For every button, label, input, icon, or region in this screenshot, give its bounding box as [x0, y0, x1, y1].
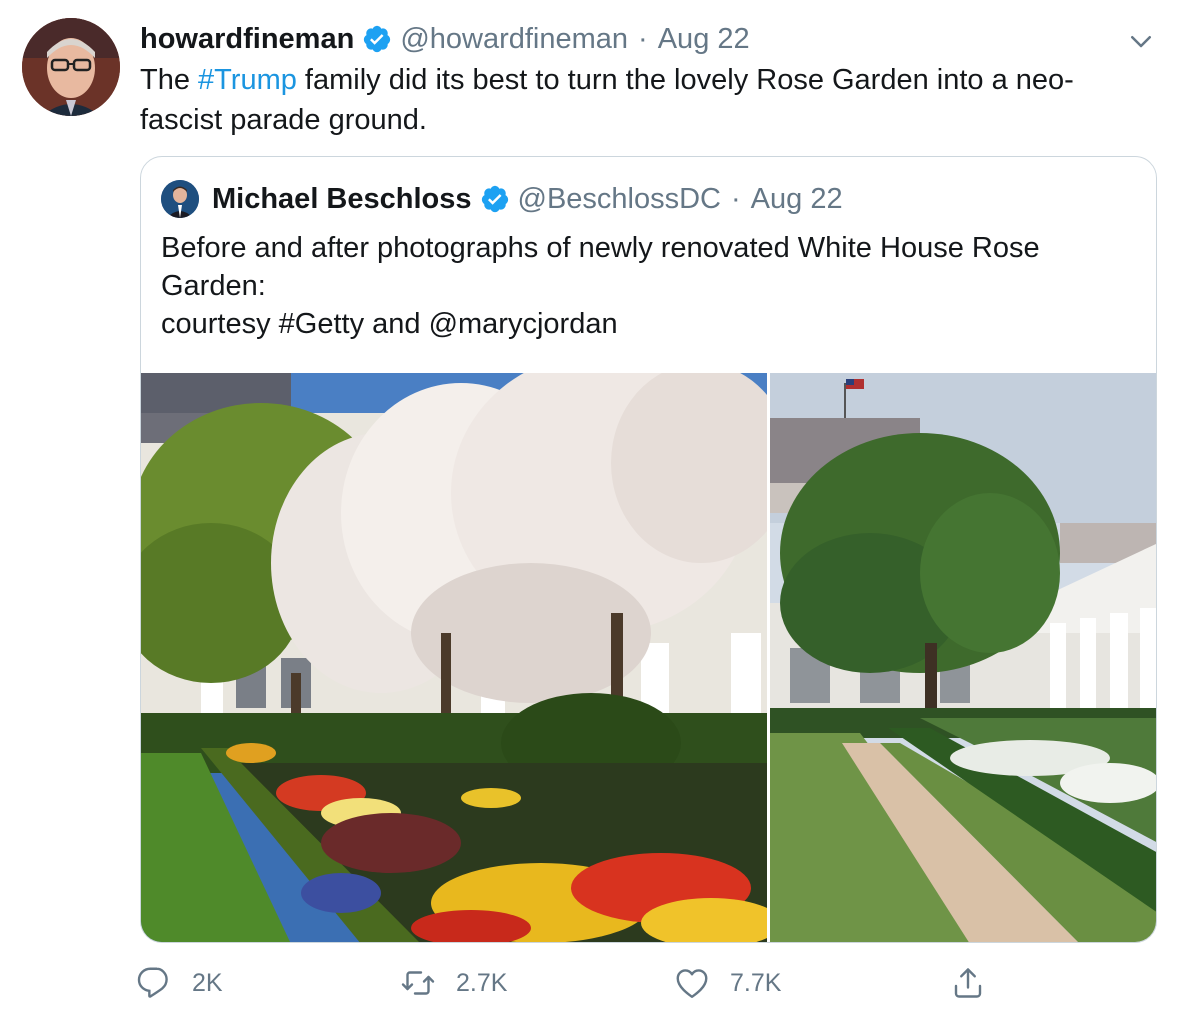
like-button[interactable]: 7.7K — [674, 960, 781, 1006]
tweet-action-bar: 2K 2.7K 7.7K — [0, 960, 1180, 1006]
quoted-tweet-text: Before and after photographs of newly re… — [161, 229, 1141, 343]
quoted-display-name[interactable]: Michael Beschloss — [212, 183, 472, 216]
verified-badge-icon — [362, 24, 392, 54]
quoted-text-line: Garden: — [161, 270, 266, 302]
tweet-header: howardfineman @howardfineman · Aug 22 — [140, 20, 750, 58]
chevron-down-icon[interactable] — [1126, 26, 1156, 56]
quoted-author-avatar[interactable] — [161, 180, 199, 218]
tweet-text-line: fascist parade ground. — [140, 104, 427, 136]
like-icon — [674, 965, 710, 1001]
share-button[interactable] — [950, 960, 986, 1006]
retweet-button[interactable]: 2.7K — [400, 960, 507, 1006]
author-handle[interactable]: @howardfineman — [400, 23, 628, 56]
reply-icon — [136, 965, 172, 1001]
share-icon — [950, 965, 986, 1001]
author-display-name[interactable]: howardfineman — [140, 23, 354, 56]
like-count: 7.7K — [730, 968, 782, 997]
quoted-date: Aug 22 — [750, 182, 843, 215]
quoted-text-line: Before and after photographs of newly re… — [161, 232, 1040, 264]
tweet-text: The #Trump family did its best to turn t… — [140, 60, 1150, 140]
after-photo[interactable] — [770, 373, 1156, 942]
quoted-handle: @BeschlossDC — [517, 182, 722, 215]
hashtag-link[interactable]: #Trump — [198, 64, 297, 96]
retweet-count: 2.7K — [456, 968, 508, 997]
tweet-text-line: The #Trump family did its best to turn t… — [140, 64, 1074, 96]
tweet-date[interactable]: Aug 22 — [658, 23, 750, 56]
reply-count: 2K — [192, 968, 223, 997]
separator-dot: · — [731, 182, 741, 215]
reply-button[interactable]: 2K — [136, 960, 223, 1006]
separator-dot: · — [638, 22, 648, 55]
verified-badge-icon — [480, 184, 510, 214]
quoted-text-line: courtesy #Getty and @marycjordan — [161, 308, 618, 340]
retweet-icon — [400, 965, 436, 1001]
author-avatar[interactable] — [22, 18, 120, 116]
quoted-tweet-header: Michael Beschloss @BeschlossDC · Aug 22 — [212, 179, 843, 219]
quoted-tweet-card[interactable]: Michael Beschloss @BeschlossDC · Aug 22 … — [140, 156, 1157, 943]
before-photo[interactable] — [141, 373, 767, 942]
